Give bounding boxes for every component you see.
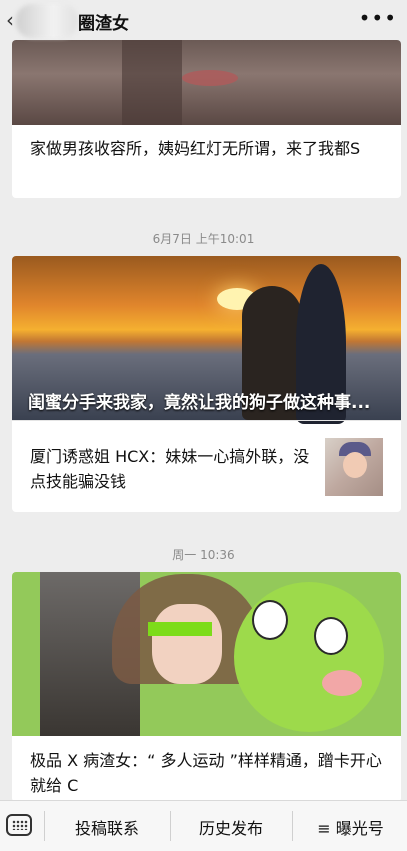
more-options-icon[interactable]: ••• [359,6,397,30]
article-card-2[interactable]: 闺蜜分手来我家，竟然让我的狗子做这种事... 厦门诱惑姐 HCX：妹妹一心搞外联… [12,256,401,512]
blurred-avatar [16,4,78,38]
monster-eye [314,617,348,655]
article-card-1[interactable]: 家做男孩收容所，姨妈红灯无所谓，来了我都S [12,40,401,198]
menu-exposure[interactable]: ≡ 曝光号 [294,815,407,839]
thumb-face [343,452,367,478]
green-monster-graphic [234,582,384,732]
menu-divider [170,811,171,841]
cover-hair [122,40,182,125]
monster-eye [252,600,288,640]
bottom-menu-bar: 投稿联系 历史发布 ≡ 曝光号 [0,800,407,851]
article-cover-image[interactable]: 闺蜜分手来我家，竟然让我的狗子做这种事... [12,256,401,424]
sub-article-thumbnail[interactable] [325,438,383,496]
article-title[interactable]: 家做男孩收容所，姨妈红灯无所谓，来了我都S [30,136,390,161]
back-icon[interactable]: ‹ [6,8,14,32]
monster-nose [322,670,362,696]
article-headline[interactable]: 闺蜜分手来我家，竟然让我的狗子做这种事... [28,388,370,413]
cover-lips [182,70,238,86]
article-card-3[interactable]: 极品 X 病渣女：“ 多人运动 ”样样精通，蹭卡开心就给 C [12,572,401,802]
censor-bar [148,622,212,636]
message-timestamp: 6月7日 上午10:01 [152,232,255,246]
menu-submit-contact[interactable]: 投稿联系 [46,815,168,839]
page-title: 圈渣女 [78,14,129,34]
menu-history[interactable]: 历史发布 [172,815,290,839]
divider [12,420,401,421]
menu-divider [292,811,293,841]
article-title[interactable]: 极品 X 病渣女：“ 多人运动 ”样样精通，蹭卡开心就给 C [30,748,390,798]
message-timestamp: 周一 10:36 [172,548,235,562]
menu-divider [44,811,45,841]
article-cover-image[interactable] [12,572,401,736]
cover-face [152,604,222,684]
sub-article-title[interactable]: 厦门诱惑姐 HCX：妹妹一心搞外联，没点技能骗没钱 [30,444,320,494]
article-cover-image[interactable] [12,40,401,125]
top-bar: ‹ 圈渣女 ••• [0,0,407,40]
keyboard-icon[interactable] [6,814,32,836]
